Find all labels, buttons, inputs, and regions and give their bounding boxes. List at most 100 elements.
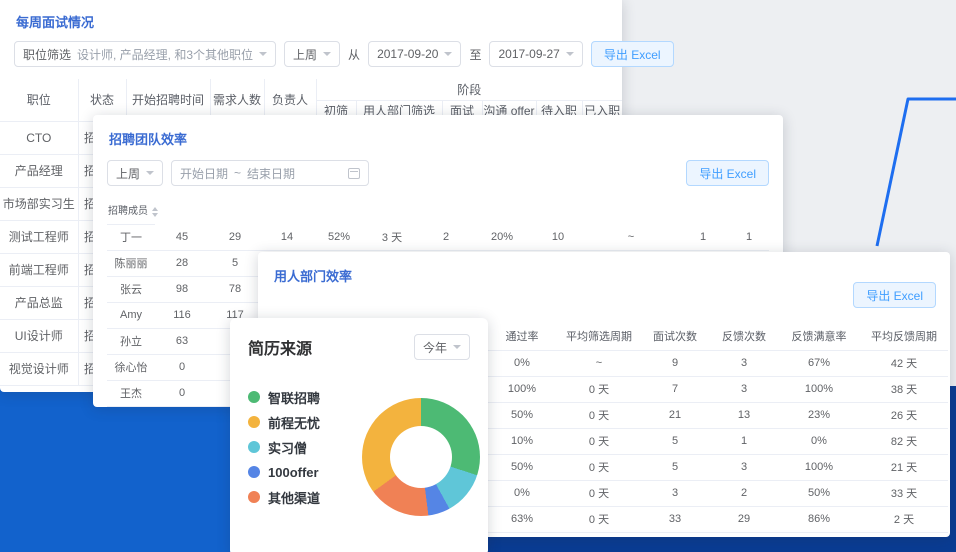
weekly-filters: 职位筛选 设计师, 产品经理, 和3个其他职位 上周 从 2017-09-20 … (14, 41, 608, 67)
table-cell: Amy (107, 302, 155, 328)
department-efficiency-table: 通过率平均筛选周期面试次数反馈次数反馈满意率平均反馈周期 0%~9367%42 … (486, 322, 948, 533)
team-table-header-row: 招聘成员 (107, 196, 769, 224)
department-panel-title: 用人部门效率 (274, 266, 934, 285)
column-header: 面试次数 (640, 322, 710, 350)
resume-source-title: 简历来源 (248, 335, 312, 359)
to-label: 至 (469, 46, 481, 63)
column-header: 反馈满意率 (778, 322, 860, 350)
team-filters: 上周 开始日期 ~ 结束日期 导出 Excel (107, 160, 769, 186)
legend-item[interactable]: 智联招聘 (248, 390, 358, 404)
table-cell: 52% (313, 224, 365, 250)
table-cell: 100% (486, 376, 558, 402)
table-cell: 29 (710, 506, 778, 532)
table-cell: 13 (710, 402, 778, 428)
table-cell: 0% (486, 350, 558, 376)
calendar-icon (348, 168, 360, 179)
table-cell: 14 (261, 224, 313, 250)
table-cell: 0% (778, 428, 860, 454)
table-cell: 10 (531, 224, 585, 250)
table-cell: 3 (640, 480, 710, 506)
legend-dot (248, 466, 260, 478)
table-cell: 21 (640, 402, 710, 428)
legend-label: 智联招聘 (268, 388, 320, 407)
department-table-header-row: 通过率平均筛选周期面试次数反馈次数反馈满意率平均反馈周期 (486, 322, 948, 350)
table-cell: 张云 (107, 276, 155, 302)
table-row: 0%~9367%42 天 (486, 350, 948, 376)
week-select[interactable]: 上周 (107, 160, 163, 186)
table-cell: 5 (640, 428, 710, 454)
to-date-select[interactable]: 2017-09-27 (489, 41, 582, 67)
export-excel-button[interactable]: 导出 Excel (853, 282, 936, 308)
table-cell: CTO (0, 121, 78, 154)
column-header: 通过率 (486, 322, 558, 350)
table-cell: 陈丽丽 (107, 250, 155, 276)
table-cell: UI设计师 (0, 319, 78, 352)
date-range-picker[interactable]: 开始日期 ~ 结束日期 (171, 160, 369, 186)
table-cell: 38 天 (860, 376, 948, 402)
period-select[interactable]: 今年 (414, 334, 470, 360)
position-filter-label: 职位筛选 (23, 46, 71, 63)
table-cell: 2 (710, 480, 778, 506)
legend-item[interactable]: 前程无忧 (248, 415, 358, 429)
range-separator: ~ (234, 166, 241, 180)
table-cell: 26 天 (860, 402, 948, 428)
weekly-table-header-row: 职位 状态 开始招聘时间 需求人数 负责人 阶段 (0, 79, 622, 100)
chevron-down-icon (323, 52, 331, 60)
table-cell: 42 天 (860, 350, 948, 376)
resume-source-donut-chart[interactable] (362, 398, 480, 516)
legend-label: 100offer (268, 465, 319, 480)
table-row: 100%0 天73100%38 天 (486, 376, 948, 402)
table-cell: 3 (710, 350, 778, 376)
table-cell: 3 天 (365, 224, 419, 250)
legend-dot (248, 391, 260, 403)
table-cell: 50% (486, 402, 558, 428)
table-row: 10%0 天510%82 天 (486, 428, 948, 454)
table-cell: 2 (419, 224, 473, 250)
table-row: 50%0 天53100%21 天 (486, 454, 948, 480)
table-cell: 测试工程师 (0, 220, 78, 253)
legend-label: 其他渠道 (268, 488, 320, 507)
table-cell: 50% (486, 454, 558, 480)
table-cell: 86% (778, 506, 860, 532)
table-cell: 3 (710, 454, 778, 480)
table-cell: ~ (585, 224, 677, 250)
legend-item[interactable]: 其他渠道 (248, 490, 358, 504)
table-cell: 45 (155, 224, 209, 250)
table-cell: 1 (729, 224, 769, 250)
table-cell: 市场部实习生 (0, 187, 78, 220)
table-cell: 100% (778, 376, 860, 402)
table-cell: 徐心怡 (107, 354, 155, 380)
table-cell: 0 天 (558, 454, 640, 480)
recruiting-dashboard: 每周面试情况 职位筛选 设计师, 产品经理, 和3个其他职位 上周 从 2017… (0, 0, 956, 552)
table-cell: 33 天 (860, 480, 948, 506)
start-date-placeholder: 开始日期 (180, 165, 228, 182)
from-date-select[interactable]: 2017-09-20 (368, 41, 461, 67)
team-panel-title: 招聘团队效率 (109, 129, 767, 148)
to-date-value: 2017-09-27 (498, 47, 559, 61)
table-cell: 116 (155, 302, 209, 328)
export-excel-button[interactable]: 导出 Excel (591, 41, 674, 67)
table-cell: 视觉设计师 (0, 352, 78, 385)
from-label: 从 (348, 46, 360, 63)
table-cell: 孙立 (107, 328, 155, 354)
chevron-down-icon (566, 52, 574, 60)
position-filter-select[interactable]: 职位筛选 设计师, 产品经理, 和3个其他职位 (14, 41, 276, 67)
chevron-down-icon (146, 171, 154, 179)
legend-item[interactable]: 实习僧 (248, 440, 358, 454)
legend-dot (248, 491, 260, 503)
week-select[interactable]: 上周 (284, 41, 340, 67)
export-excel-button[interactable]: 导出 Excel (686, 160, 769, 186)
department-table-body: 0%~9367%42 天100%0 天73100%38 天50%0 天21132… (486, 350, 948, 532)
period-select-value: 今年 (423, 339, 447, 356)
table-cell: 0 天 (558, 402, 640, 428)
column-header: 平均反馈周期 (860, 322, 948, 350)
table-cell: 王杰 (107, 380, 155, 406)
table-cell: 21 天 (860, 454, 948, 480)
legend-item[interactable]: 100offer (248, 465, 358, 479)
table-cell: ~ (558, 350, 640, 376)
legend-label: 实习僧 (268, 438, 307, 457)
week-select-value: 上周 (116, 165, 140, 182)
column-header-member-sortable[interactable]: 招聘成员 (107, 196, 155, 224)
table-cell: 63 (155, 328, 209, 354)
table-cell: 23% (778, 402, 860, 428)
